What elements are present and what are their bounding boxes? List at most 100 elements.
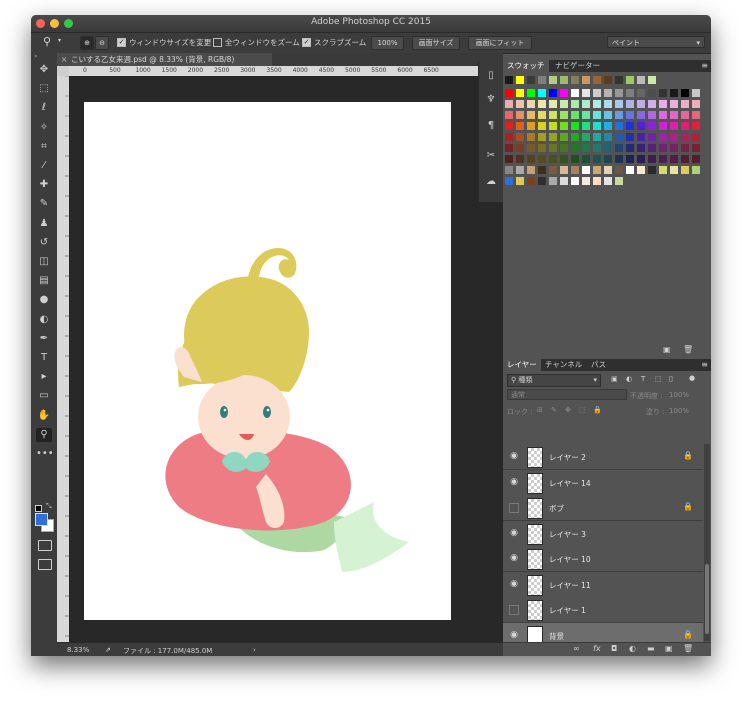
color-swatch[interactable] [549,155,557,163]
color-swatch[interactable] [659,122,667,130]
color-swatch[interactable] [516,144,524,152]
color-swatch[interactable] [527,111,535,119]
visibility-eye-icon[interactable]: ◉ [509,477,519,487]
crop-tool[interactable]: ⌗ [36,140,52,154]
color-swatch[interactable] [538,122,546,130]
workspace-select[interactable]: ペイント ▾ [607,36,705,48]
link-layers-icon[interactable]: ∞ [573,644,580,653]
color-swatch[interactable] [571,155,579,163]
color-swatch[interactable] [648,76,656,84]
color-swatch[interactable] [549,76,557,84]
color-swatch[interactable] [659,133,667,141]
color-swatch[interactable] [692,166,700,174]
fill-value[interactable]: 100% [669,407,689,415]
layer-style-icon[interactable]: fx [593,644,601,653]
color-swatch[interactable] [593,122,601,130]
color-swatch[interactable] [604,89,612,97]
color-swatch[interactable] [527,166,535,174]
color-swatch[interactable] [505,177,513,185]
color-swatch[interactable] [538,133,546,141]
filter-pixel-icon[interactable]: ▣ [611,375,618,383]
marquee-tool[interactable]: ⬚ [36,82,52,96]
color-swatch[interactable] [560,155,568,163]
color-swatch[interactable] [659,111,667,119]
color-swatch[interactable] [560,166,568,174]
layer-row[interactable]: ◉ レイヤー 2 🔒 [503,444,703,470]
color-swatch[interactable] [593,155,601,163]
libraries-icon[interactable]: ☁ [483,174,499,190]
color-swatch[interactable] [549,100,557,108]
zoom-all-checkbox[interactable] [213,38,222,47]
default-colors-icon[interactable] [35,505,42,512]
color-swatch[interactable] [659,100,667,108]
color-swatch[interactable] [549,177,557,185]
color-swatch[interactable] [670,122,678,130]
color-swatch[interactable] [626,122,634,130]
color-swatch[interactable] [571,100,579,108]
color-swatch[interactable] [571,76,579,84]
layer-row[interactable]: ボブ 🔒 [503,495,703,521]
color-swatch[interactable] [505,100,513,108]
lock-all-icon[interactable]: 🔒 [593,406,602,414]
filter-toggle-icon[interactable]: ● [689,374,695,382]
color-swatch[interactable] [637,144,645,152]
close-tab-icon[interactable]: × [61,53,67,66]
color-swatch[interactable] [604,155,612,163]
lock-transparent-icon[interactable]: ⊞ [537,406,543,414]
color-swatch[interactable] [637,76,645,84]
color-swatch[interactable] [527,155,535,163]
color-swatch[interactable] [692,122,700,130]
color-swatch[interactable] [516,166,524,174]
history-panel-icon[interactable]: ▯ [483,68,499,84]
color-swatch[interactable] [692,133,700,141]
color-swatch[interactable] [505,122,513,130]
color-swatch[interactable] [560,177,568,185]
color-swatch[interactable] [549,89,557,97]
color-swatch[interactable] [615,122,623,130]
color-swatch[interactable] [593,177,601,185]
color-swatch[interactable] [560,122,568,130]
color-swatch[interactable] [659,155,667,163]
color-swatch[interactable] [571,144,579,152]
color-swatch[interactable] [593,144,601,152]
color-swatch[interactable] [681,111,689,119]
resize-windows-checkbox[interactable]: ✓ [117,38,126,47]
color-swatch[interactable] [560,100,568,108]
tool-presets-icon[interactable]: ✂ [483,148,499,164]
edit-toolbar[interactable]: ••• [36,447,54,461]
blur-tool[interactable]: ● [36,293,52,307]
color-swatch[interactable] [516,111,524,119]
tab-layers[interactable]: レイヤー [503,359,541,371]
canvas-area[interactable] [69,76,503,642]
color-swatch[interactable] [593,166,601,174]
color-swatch[interactable] [692,144,700,152]
dodge-tool[interactable]: ◐ [36,313,52,327]
color-swatch[interactable] [571,89,579,97]
export-icon[interactable]: ⇗ [105,646,111,654]
color-swatch[interactable] [527,100,535,108]
filter-adjustment-icon[interactable]: ◐ [626,375,632,383]
color-swatch[interactable] [582,155,590,163]
color-swatch[interactable] [615,177,623,185]
brush-preset-icon[interactable]: ♆ [483,92,499,108]
color-swatch[interactable] [681,155,689,163]
tab-paths[interactable]: パス [587,359,610,371]
color-swatch[interactable] [615,166,623,174]
color-swatch[interactable] [637,111,645,119]
color-swatch[interactable] [582,166,590,174]
color-swatch[interactable] [538,155,546,163]
zoom-out-mode-button[interactable]: ⊖ [95,36,109,50]
color-swatch[interactable] [604,177,612,185]
visibility-eye-icon[interactable]: ◉ [509,579,519,589]
layer-row[interactable]: ◉ レイヤー 14 [503,469,703,496]
add-mask-icon[interactable]: ◘ [611,644,617,653]
color-swatch[interactable] [593,100,601,108]
color-swatch[interactable] [659,89,667,97]
color-swatch[interactable] [505,111,513,119]
foreground-color-swatch[interactable] [35,513,48,526]
color-swatch[interactable] [648,89,656,97]
color-swatch[interactable] [516,76,524,84]
hand-tool[interactable]: ✋ [36,409,52,423]
color-swatch[interactable] [670,133,678,141]
lasso-tool[interactable]: ℓ [36,101,52,115]
